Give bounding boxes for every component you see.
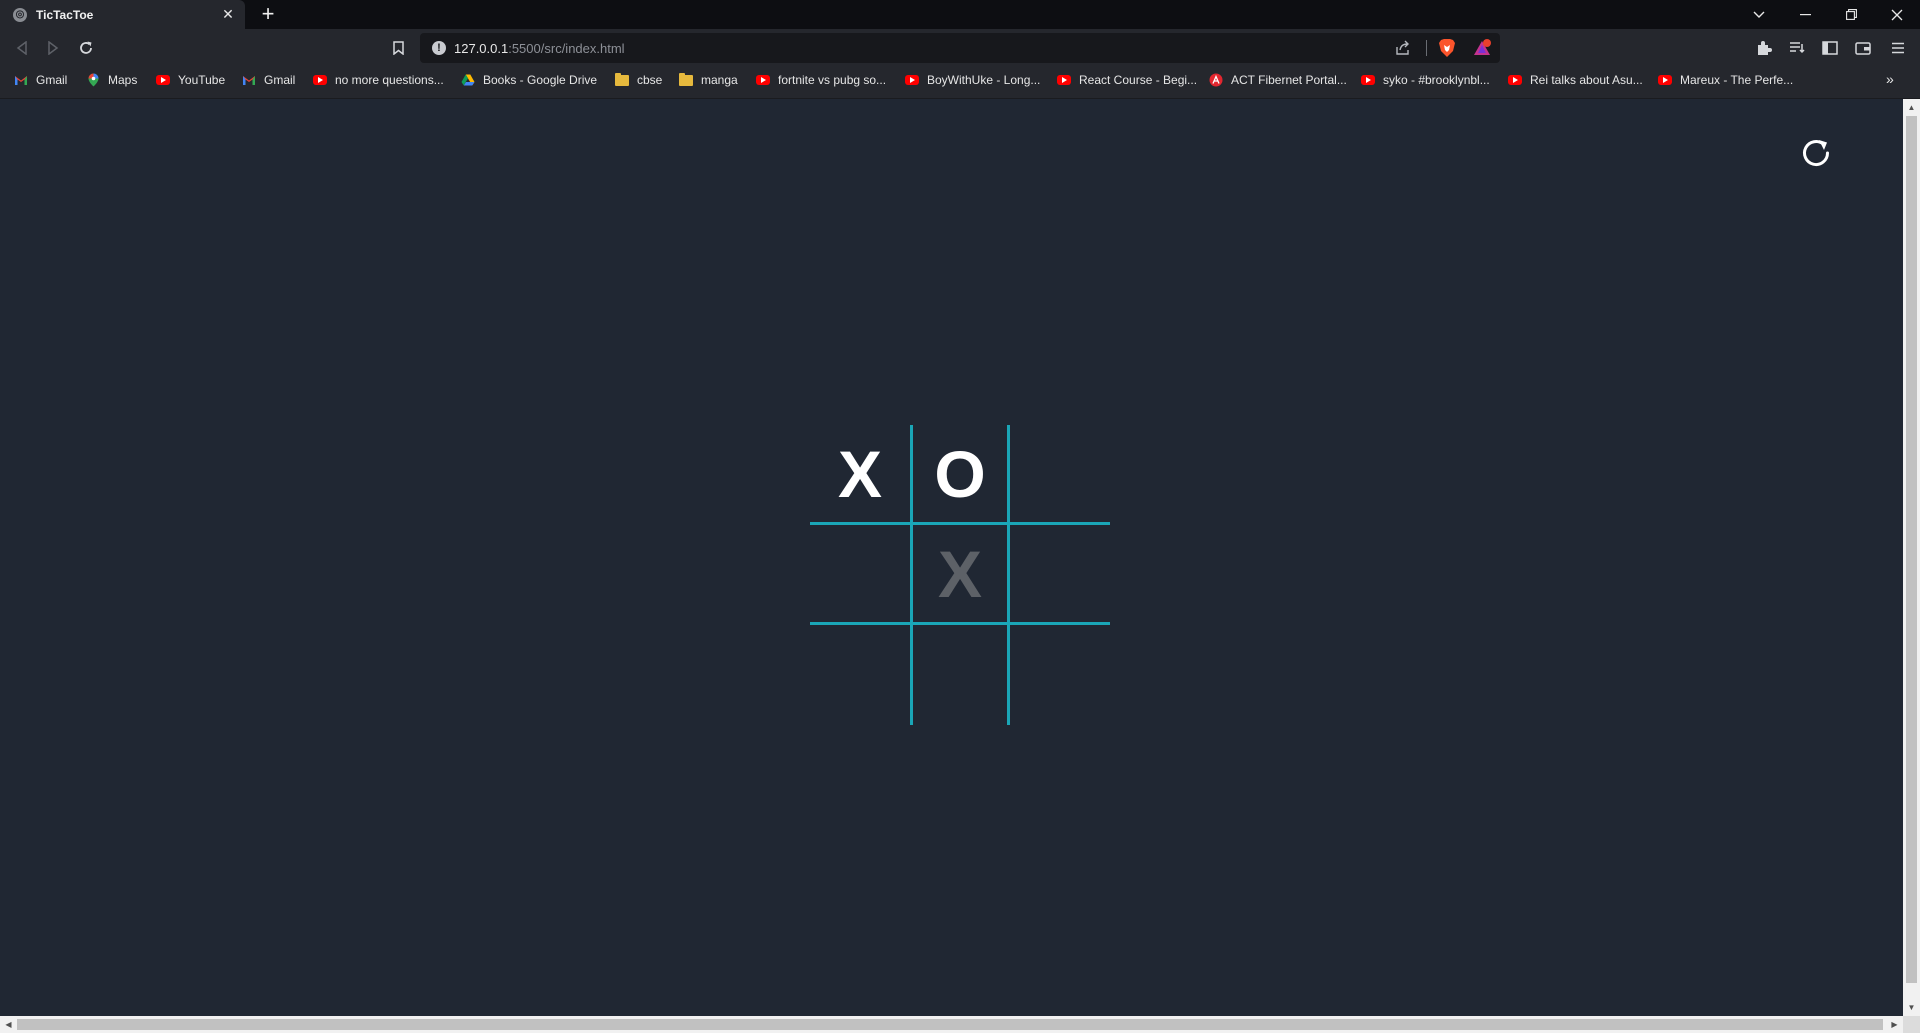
youtube-icon <box>1658 73 1672 87</box>
board-cell[interactable] <box>810 625 910 725</box>
browser-tab[interactable]: ◎ TicTacToe ✕ <box>0 0 245 29</box>
bookmark-item[interactable]: Gmail <box>242 67 295 93</box>
game-board: X O X <box>810 425 1110 725</box>
bookmark-item[interactable]: cbse <box>615 67 662 93</box>
board-cell[interactable] <box>810 525 910 625</box>
youtube-icon <box>156 73 170 87</box>
youtube-icon <box>1361 73 1375 87</box>
board-cell[interactable]: O <box>910 425 1010 525</box>
browser-toolbar: ! 127.0.0.1:5500/src/index.html <box>0 29 1920 67</box>
tab-title: TicTacToe <box>36 7 94 22</box>
board-cell[interactable] <box>1010 625 1110 725</box>
window-close-icon[interactable] <box>1874 0 1920 29</box>
bookmarks-bar: Gmail Maps YouTube Gmail no more questio… <box>0 67 1920 99</box>
scroll-left-arrow-icon[interactable]: ◀ <box>0 1016 17 1033</box>
scroll-right-arrow-icon[interactable]: ▶ <box>1886 1016 1903 1033</box>
youtube-icon <box>756 73 770 87</box>
bookmarks-overflow-icon[interactable]: » <box>1886 71 1894 87</box>
tab-close-icon[interactable]: ✕ <box>219 6 237 24</box>
horizontal-scrollbar[interactable]: ◀ ▶ <box>0 1016 1903 1033</box>
bookmark-item[interactable]: no more questions... <box>313 67 444 93</box>
bookmark-icon[interactable] <box>386 36 410 60</box>
gmail-icon <box>14 73 28 87</box>
bookmark-item[interactable]: ACT Fibernet Portal... <box>1209 67 1347 93</box>
scroll-down-arrow-icon[interactable]: ▼ <box>1903 999 1920 1016</box>
horizontal-scroll-thumb[interactable] <box>17 1019 1883 1030</box>
vertical-scrollbar[interactable]: ▲ ▼ <box>1903 99 1920 1016</box>
share-icon[interactable] <box>1394 39 1412 57</box>
game-page: X O X <box>0 99 1903 1016</box>
sidebar-icon[interactable] <box>1818 36 1842 60</box>
bookmark-item[interactable]: Mareux - The Perfe... <box>1658 67 1793 93</box>
bookmark-item[interactable]: Books - Google Drive <box>461 67 597 93</box>
youtube-icon <box>313 73 327 87</box>
drive-icon <box>461 73 475 87</box>
bookmark-item[interactable]: Rei talks about Asu... <box>1508 67 1643 93</box>
new-tab-plus-icon[interactable]: + <box>257 3 279 25</box>
bookmark-item[interactable]: React Course - Begi... <box>1057 67 1197 93</box>
bookmark-item[interactable]: YouTube <box>156 67 225 93</box>
gmail-icon <box>242 73 256 87</box>
restart-icon[interactable] <box>1796 133 1836 173</box>
reading-list-icon[interactable] <box>1785 36 1809 60</box>
forward-icon[interactable] <box>41 36 65 60</box>
back-icon[interactable] <box>10 36 34 60</box>
board-cell[interactable] <box>1010 525 1110 625</box>
board-cell[interactable] <box>910 625 1010 725</box>
brave-shields-icon[interactable] <box>1438 38 1456 58</box>
wallet-icon[interactable] <box>1851 36 1875 60</box>
restore-icon[interactable] <box>1828 0 1874 29</box>
board-cell[interactable]: X <box>810 425 910 525</box>
bookmark-item[interactable]: manga <box>679 67 738 93</box>
board-cell[interactable]: X <box>910 525 1010 625</box>
bookmark-item[interactable]: fortnite vs pubg so... <box>756 67 886 93</box>
address-bar[interactable]: ! 127.0.0.1:5500/src/index.html <box>420 33 1500 63</box>
reload-icon[interactable] <box>74 36 98 60</box>
vertical-scroll-thumb[interactable] <box>1906 116 1917 983</box>
youtube-icon <box>1057 73 1071 87</box>
maps-icon <box>86 73 100 87</box>
bookmark-item[interactable]: Maps <box>86 67 137 93</box>
act-icon <box>1209 73 1223 87</box>
extensions-icon[interactable] <box>1752 36 1776 60</box>
scroll-up-arrow-icon[interactable]: ▲ <box>1903 99 1920 116</box>
bookmark-item[interactable]: Gmail <box>14 67 67 93</box>
brave-rewards-icon[interactable] <box>1472 38 1492 58</box>
tab-search-icon[interactable] <box>1736 0 1782 29</box>
youtube-icon <box>905 73 919 87</box>
minimize-icon[interactable] <box>1782 0 1828 29</box>
youtube-icon <box>1508 73 1522 87</box>
site-info-icon[interactable]: ! <box>432 41 446 55</box>
menu-icon[interactable] <box>1886 36 1910 60</box>
folder-icon <box>679 72 693 87</box>
board-cell[interactable] <box>1010 425 1110 525</box>
scrollbar-corner <box>1903 1016 1920 1033</box>
url-text[interactable]: 127.0.0.1:5500/src/index.html <box>454 41 625 56</box>
bookmark-item[interactable]: syko - #brooklynbl... <box>1361 67 1490 93</box>
globe-icon: ◎ <box>13 7 27 22</box>
folder-icon <box>615 72 629 87</box>
tab-strip: ◎ TicTacToe ✕ + <box>0 0 1920 29</box>
divider <box>1426 40 1427 56</box>
bookmark-item[interactable]: BoyWithUke - Long... <box>905 67 1040 93</box>
